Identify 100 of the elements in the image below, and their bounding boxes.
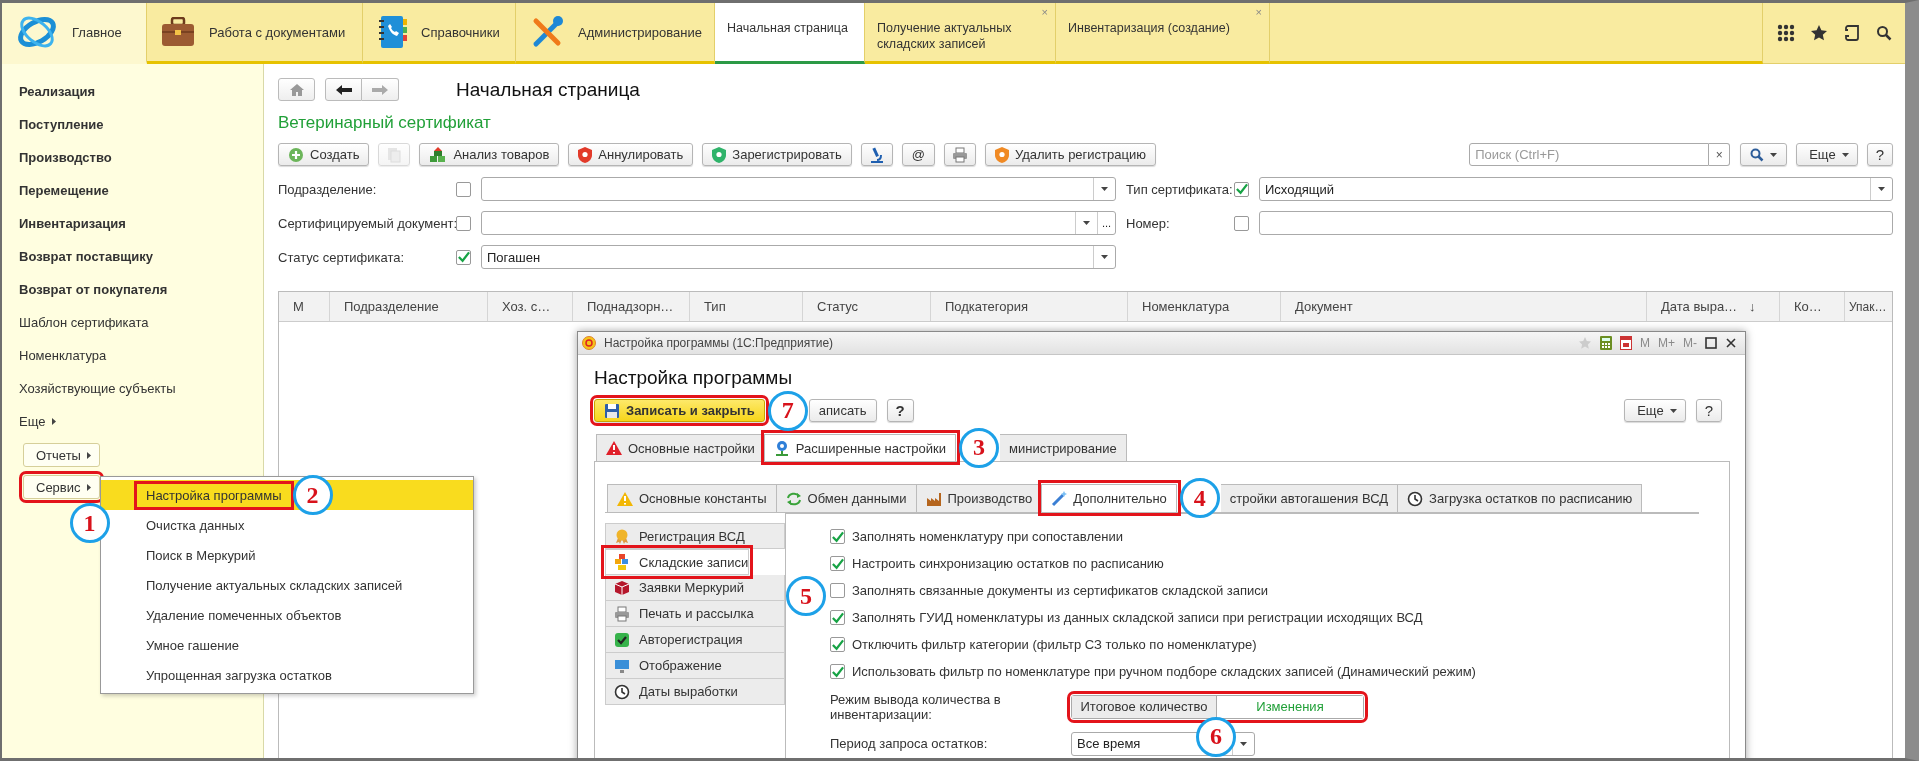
menu-item[interactable]: Удаление помеченных объектов — [138, 604, 350, 626]
tab[interactable]: министрирование — [1000, 434, 1127, 461]
warning-icon — [606, 441, 622, 455]
menu-button[interactable]: Отчеты — [23, 443, 100, 467]
checkbox[interactable] — [830, 664, 845, 679]
section-tab[interactable]: Главное — [2, 3, 147, 64]
checkbox[interactable] — [830, 583, 845, 598]
tab[interactable]: стройки автогашения ВСД — [1220, 484, 1399, 512]
search-button[interactable] — [1740, 143, 1788, 166]
calculator-icon[interactable] — [1600, 336, 1612, 350]
search-field[interactable]: Поиск (Ctrl+F) — [1469, 143, 1710, 166]
dialog-button[interactable]: аписать — [808, 399, 877, 422]
checkbox[interactable] — [456, 249, 471, 265]
section-item[interactable]: Заявки Меркурий — [605, 575, 785, 601]
sidebar-link[interactable]: Шаблон сертификата — [2, 306, 263, 339]
checkbox[interactable] — [456, 181, 471, 197]
column-header[interactable]: Дата выра… — [1661, 299, 1738, 314]
toolbar-button[interactable] — [860, 143, 893, 166]
section-link[interactable]: Производство — [2, 141, 263, 174]
dialog-button[interactable]: ? — [886, 399, 914, 422]
tab[interactable]: Обмен данными — [776, 484, 917, 512]
menu-item[interactable]: Очистка данных — [138, 514, 253, 536]
toolbar-button[interactable]: @ — [901, 143, 935, 166]
section-tab[interactable]: Справочники — [363, 3, 516, 64]
toolbar-button[interactable]: Зарегистрировать — [702, 143, 852, 166]
option-label: Заполнять связанные документы из сертификатов складской записи — [852, 583, 1269, 598]
tab[interactable]: Основные настройки — [596, 434, 765, 461]
close-icon[interactable] — [1725, 337, 1737, 349]
more-button[interactable]: Еще — [1624, 399, 1686, 422]
column-header[interactable]: Статус — [817, 299, 859, 314]
checkbox[interactable] — [830, 637, 845, 652]
menu-item[interactable]: Умное гашение — [138, 634, 247, 656]
section-link[interactable]: Инвентаризация — [2, 207, 263, 240]
section-link[interactable]: Перемещение — [2, 174, 263, 207]
calendar-icon[interactable] — [1620, 336, 1632, 350]
column-header[interactable]: Хоз. с… — [502, 299, 551, 314]
maximize-icon[interactable] — [1705, 337, 1717, 349]
checkbox[interactable] — [456, 215, 471, 231]
text-field[interactable] — [1259, 211, 1893, 235]
toolbar-button[interactable]: Аннулировать — [568, 143, 694, 166]
checkbox[interactable] — [830, 556, 845, 571]
column-header[interactable]: Поднадзорн… — [587, 299, 674, 314]
toggle-option[interactable]: Итоговое количество — [1072, 695, 1217, 718]
column-header[interactable]: Подкатегория — [945, 299, 1029, 314]
tab[interactable]: Производство — [916, 484, 1043, 512]
sidebar-link[interactable]: Номенклатура — [2, 339, 263, 372]
section-link[interactable]: Реализация — [2, 75, 263, 108]
caret-icon — [1878, 187, 1885, 191]
checkbox[interactable] — [830, 610, 845, 625]
select-field[interactable]: ... — [481, 211, 1116, 235]
help-button[interactable]: ? — [1695, 399, 1722, 422]
column-header[interactable]: Упак… — [1849, 299, 1887, 314]
menu-item[interactable]: Поиск в Меркурий — [138, 544, 264, 566]
menu-item[interactable]: Упрощенная загрузка остатков — [138, 664, 340, 686]
help-button[interactable]: ? — [1866, 143, 1893, 166]
sidebar-link[interactable]: Хозяйствующие субъекты — [2, 372, 263, 405]
column-header[interactable]: Ко… — [1794, 299, 1822, 314]
page-tab[interactable]: Начальная страница — [715, 3, 865, 64]
clear-button[interactable]: × — [1709, 143, 1731, 166]
boxes-icon — [429, 146, 448, 163]
section-item[interactable]: Отображение — [605, 653, 785, 679]
section-link[interactable]: Возврат от покупателя — [2, 273, 263, 306]
checkbox[interactable] — [1234, 181, 1249, 197]
back-button[interactable] — [325, 78, 362, 101]
select-field[interactable]: Исходящий — [1259, 177, 1893, 201]
checkbox[interactable] — [830, 529, 845, 544]
column-header[interactable]: Тип — [704, 299, 726, 314]
checkbox[interactable] — [1234, 215, 1249, 231]
star-icon[interactable] — [1809, 24, 1828, 42]
tab[interactable]: Загрузка остатков по расписанию — [1398, 484, 1643, 512]
more-link[interactable]: Еще — [19, 414, 46, 429]
menu-item[interactable]: Получение актуальных складских записей — [138, 574, 411, 596]
choice-button[interactable]: ... — [1097, 212, 1115, 234]
column-header[interactable]: Документ — [1295, 299, 1353, 314]
section-link[interactable]: Возврат поставщику — [2, 240, 263, 273]
section-item[interactable]: Авторегистрация — [605, 627, 785, 653]
section-link[interactable]: Поступление — [2, 108, 263, 141]
search-icon[interactable] — [1875, 25, 1892, 41]
apps-icon[interactable] — [1776, 24, 1795, 42]
column-header[interactable]: М — [293, 299, 304, 314]
column-header[interactable]: Номенклатура — [1142, 299, 1230, 314]
dialog-heading: Настройка программы — [594, 367, 794, 389]
toolbar-button[interactable]: Удалить регистрацию — [984, 143, 1156, 166]
section-item[interactable]: Печать и рассылка — [605, 601, 785, 627]
toolbar-button[interactable]: Создать — [278, 143, 370, 166]
home-button[interactable] — [278, 78, 315, 101]
check-icon — [614, 631, 630, 648]
section-item[interactable]: Даты выработки — [605, 679, 785, 705]
medal-icon — [614, 528, 630, 544]
back-arrow-icon — [335, 83, 352, 96]
toolbar-button[interactable]: Анализ товаров — [419, 143, 560, 166]
toolbar-button[interactable] — [943, 143, 976, 166]
tab[interactable]: Основные константы — [607, 484, 777, 512]
select-field[interactable]: Погашен — [481, 245, 1116, 269]
more-button[interactable]: Еще — [1796, 143, 1858, 166]
star-icon[interactable] — [1578, 336, 1592, 350]
clock-icon — [614, 683, 630, 700]
select-field[interactable] — [481, 177, 1116, 201]
column-header[interactable]: Подразделение — [344, 299, 439, 314]
caret-icon[interactable] — [52, 418, 57, 425]
